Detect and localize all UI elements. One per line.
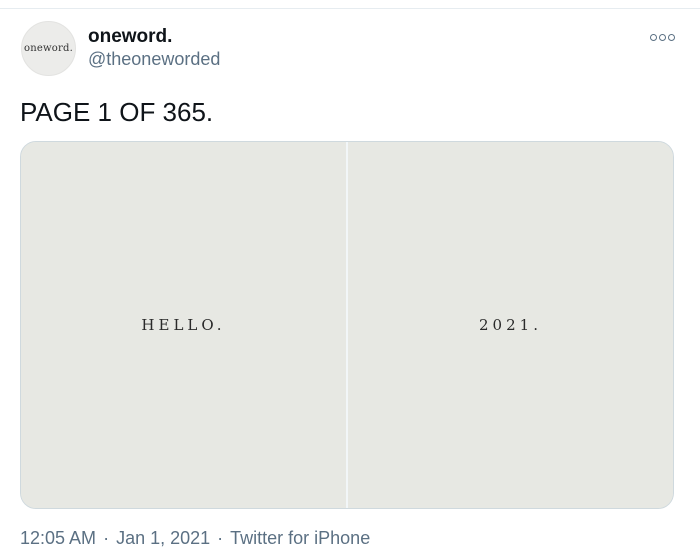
meta-separator: · [103, 528, 110, 548]
more-dot-icon [659, 33, 666, 41]
meta-separator: · [217, 528, 224, 548]
tweet-timestamp-time[interactable]: 12:05 AM [20, 528, 96, 549]
tweet-media[interactable]: HELLO. 2021. [20, 141, 674, 509]
media-right-text: 2021. [479, 316, 542, 334]
user-handle[interactable]: @theoneworded [88, 49, 220, 70]
more-dot-icon [650, 33, 657, 41]
tweet-text: PAGE 1 OF 365. [20, 97, 214, 127]
tweet-timestamp-date[interactable]: Jan 1, 2021 [116, 528, 210, 549]
media-image-right[interactable]: 2021. [348, 142, 673, 508]
avatar[interactable]: oneword. [21, 21, 76, 76]
media-left-text: HELLO. [141, 316, 226, 334]
avatar-logo-text: oneword. [24, 43, 73, 54]
more-dot-icon [668, 33, 675, 41]
tweet-source[interactable]: Twitter for iPhone [230, 528, 370, 549]
top-divider [0, 8, 700, 9]
more-options-icon[interactable] [650, 30, 676, 44]
display-name[interactable]: oneword. [88, 26, 172, 48]
tweet-meta: 12:05 AM · Jan 1, 2021 · Twitter for iPh… [20, 528, 370, 549]
media-image-left[interactable]: HELLO. [21, 142, 346, 508]
